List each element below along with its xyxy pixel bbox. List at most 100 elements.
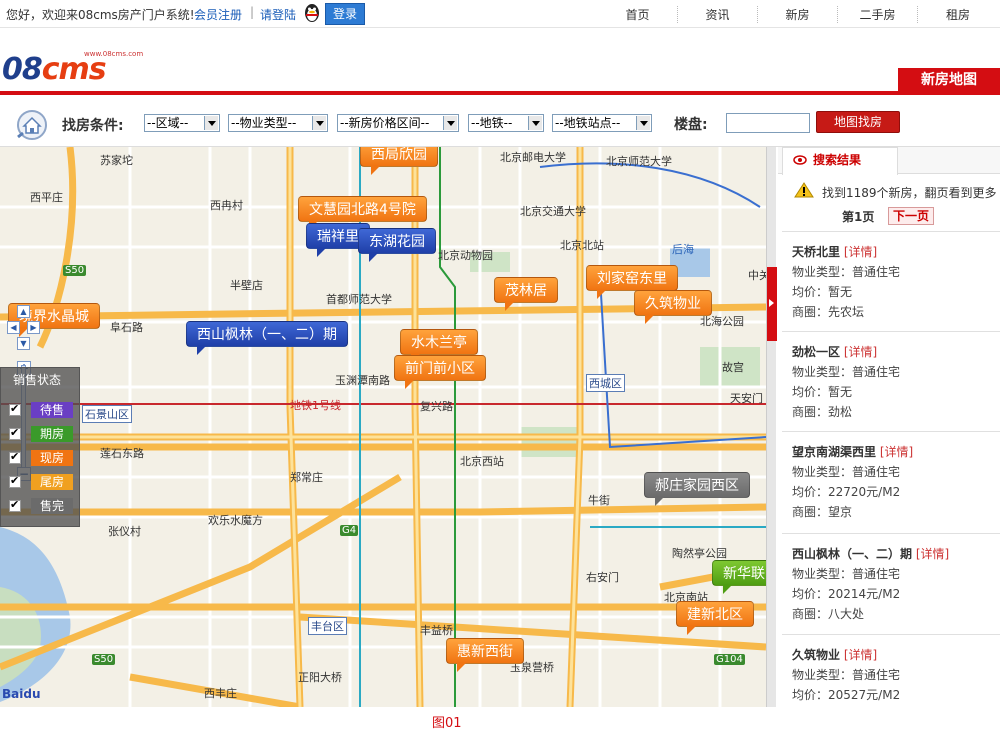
register-link[interactable]: 会员注册 — [194, 6, 242, 23]
property-type-select[interactable]: --物业类型-- — [228, 114, 328, 132]
map-label-district: 丰台区 — [308, 617, 347, 635]
map-marker[interactable]: 惠新西街 — [446, 638, 524, 672]
figure-caption: 图01 — [432, 716, 462, 731]
result-item[interactable]: 劲松一区 [详情] 物业类型：普通住宅 均价：暂无 商圈：劲松 — [782, 331, 1000, 429]
pan-down-icon[interactable]: ▼ — [17, 337, 30, 350]
logo-text-a: 08 — [2, 52, 43, 87]
map-label: 郑常庄 — [290, 471, 323, 484]
pan-left-icon[interactable]: ◀ — [7, 321, 20, 334]
result-name[interactable]: 劲松一区 — [792, 345, 840, 359]
map-label: 北京动物园 — [438, 249, 493, 262]
map-label: 西丰庄 — [204, 687, 237, 700]
map-label: 阜石路 — [110, 321, 143, 334]
result-item[interactable]: 久筑物业 [详情] 物业类型：普通住宅 均价：20527元/M2 — [782, 634, 1000, 707]
result-area: 商圈：八大处 — [792, 607, 865, 621]
search-bar: 找房条件: --区域-- --物业类型-- --新房价格区间-- --地铁-- … — [0, 97, 1000, 147]
map-search-button[interactable]: 地图找房 — [816, 111, 900, 133]
site-logo[interactable]: www.08cms.com 08cms — [2, 48, 143, 92]
next-page-button[interactable]: 下一页 — [888, 207, 934, 225]
map-area[interactable]: 苏家坨 北京邮电大学 北京师范大学 西平庄 西冉村 北京交通大学 北京北站 后海… — [0, 147, 766, 707]
result-area: 商圈：先农坛 — [792, 305, 865, 319]
price-range-select[interactable]: --新房价格区间-- — [337, 114, 459, 132]
checkbox[interactable] — [9, 498, 21, 512]
checkbox[interactable] — [9, 450, 21, 464]
logo-url: www.08cms.com — [84, 50, 144, 58]
result-price: 均价：22720元/M2 — [792, 485, 901, 499]
qq-login-button[interactable]: 登录 — [325, 3, 365, 25]
tab-search-results[interactable]: 搜索结果 — [782, 147, 898, 175]
map-marker[interactable]: 郝庄家园西区 — [644, 472, 750, 506]
map-marker[interactable]: 西局欣园 — [360, 147, 438, 175]
map-label: 欢乐水魔方 — [208, 514, 263, 527]
welcome-text: 您好，欢迎来08cms房产门户系统! — [6, 8, 195, 22]
detail-link[interactable]: [详情] — [844, 245, 877, 259]
map-marker[interactable]: 水木兰亭 — [400, 329, 478, 363]
results-panel: 搜索结果 找到1189个新房，翻页看到更多 第1页 下一页 天桥北里 [详情] … — [778, 147, 1000, 707]
chevron-down-icon — [204, 116, 218, 130]
pan-up-icon[interactable]: ▲ — [17, 305, 30, 318]
map-label: 北京师范大学 — [606, 155, 672, 168]
detail-link[interactable]: [详情] — [844, 648, 877, 662]
map-marker[interactable]: 茂林居 — [494, 277, 558, 311]
detail-link[interactable]: [详情] — [880, 445, 913, 459]
nav-rent[interactable]: 租房 — [918, 6, 998, 23]
top-bar: 您好，欢迎来08cms房产门户系统! 会员注册 | 请登陆 登录 首页 资讯 新… — [0, 0, 1000, 28]
map-label: 北京交通大学 — [520, 205, 586, 218]
checkbox[interactable] — [9, 426, 21, 440]
qq-penguin-icon[interactable] — [302, 2, 322, 24]
result-price: 均价：20527元/M2 — [792, 688, 901, 702]
map-marker[interactable]: 新华联 — [712, 560, 766, 594]
map-marker[interactable]: 前门前小区 — [394, 355, 486, 389]
map-marker[interactable]: 刘家窑东里 — [586, 265, 678, 299]
map-marker[interactable]: 建新北区 — [676, 601, 754, 635]
map-label: 中关 — [748, 269, 766, 282]
nav-new-homes[interactable]: 新房 — [758, 6, 838, 23]
result-area: 商圈：望京 — [792, 505, 853, 519]
result-type: 物业类型：普通住宅 — [792, 465, 901, 479]
eye-search-icon — [793, 155, 807, 165]
result-name[interactable]: 久筑物业 — [792, 648, 840, 662]
map-label: 首都师范大学 — [326, 293, 392, 306]
map-marker[interactable]: 久筑物业 — [634, 290, 712, 324]
highway-badge: S50 — [63, 265, 87, 276]
building-input[interactable] — [726, 113, 810, 133]
result-price: 均价：暂无 — [792, 385, 853, 399]
result-item[interactable]: 天桥北里 [详情] 物业类型：普通住宅 均价：暂无 商圈：先农坛 — [782, 231, 1000, 329]
main-nav: 首页 资讯 新房 二手房 租房 — [598, 6, 1000, 23]
checkbox[interactable] — [9, 474, 21, 488]
subway-station-select[interactable]: --地铁站点-- — [552, 114, 652, 132]
subway-select[interactable]: --地铁-- — [468, 114, 544, 132]
result-item[interactable]: 望京南湖渠西里 [详情] 物业类型：普通住宅 均价：22720元/M2 商圈：望… — [782, 431, 1000, 529]
map-label: 北京北站 — [560, 239, 604, 252]
sale-status-legend: 销售状态 待售 期房 现房 尾房 售完 — [0, 367, 80, 527]
map-marker[interactable]: 东湖花园 — [358, 228, 436, 262]
map-label: 右安门 — [586, 571, 619, 584]
login-link[interactable]: 请登陆 — [260, 6, 296, 23]
map-marker[interactable]: 文慧园北路4号院 — [298, 196, 427, 230]
map-label: 丰益桥 — [420, 624, 453, 637]
nav-second-hand[interactable]: 二手房 — [838, 6, 918, 23]
result-name[interactable]: 西山枫林（一、二）期 — [792, 547, 912, 561]
district-select[interactable]: --区域-- — [144, 114, 220, 132]
map-label: 西冉村 — [210, 199, 243, 212]
pan-right-icon[interactable]: ▶ — [27, 321, 40, 334]
panel-splitter[interactable] — [766, 147, 777, 707]
map-marker[interactable]: 西山枫林（一、二）期 — [186, 321, 348, 355]
result-item[interactable]: 西山枫林（一、二）期 [详情] 物业类型：普通住宅 均价：20214元/M2 商… — [782, 533, 1000, 631]
tab-new-home-map[interactable]: 新房地图 — [898, 68, 1000, 93]
map-label: 复兴路 — [420, 400, 453, 413]
map-label: 正阳大桥 — [298, 671, 342, 684]
nav-news[interactable]: 资讯 — [678, 6, 758, 23]
map-label: 北京西站 — [460, 455, 504, 468]
map-label: 玉渊潭南路 — [335, 374, 390, 387]
result-name[interactable]: 天桥北里 — [792, 245, 840, 259]
search-condition-label: 找房条件: — [62, 118, 124, 134]
map-label-district: 石景山区 — [82, 405, 132, 423]
nav-home[interactable]: 首页 — [598, 6, 678, 23]
detail-link[interactable]: [详情] — [844, 345, 877, 359]
collapse-arrow-icon[interactable] — [767, 267, 777, 341]
checkbox[interactable] — [9, 402, 21, 416]
detail-link[interactable]: [详情] — [916, 547, 949, 561]
result-name[interactable]: 望京南湖渠西里 — [792, 445, 876, 459]
result-price: 均价：暂无 — [792, 285, 853, 299]
